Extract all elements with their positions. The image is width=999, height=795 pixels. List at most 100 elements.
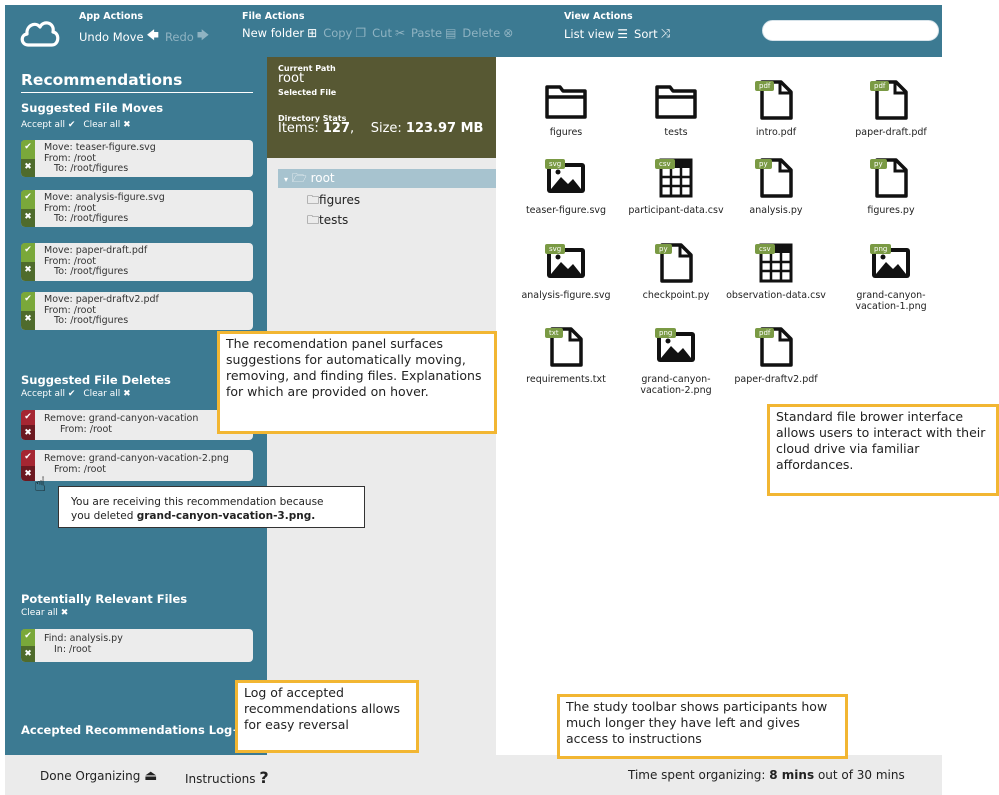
accept-check-icon[interactable]: ✔ bbox=[21, 243, 35, 262]
accept-all-deletes-button[interactable]: Accept all ✔ bbox=[21, 389, 75, 399]
file-item[interactable]: tests bbox=[621, 77, 731, 138]
file-item[interactable]: csv observation-data.csv bbox=[721, 240, 831, 301]
file-actions-group: File Actions New folder ⊞ Copy ❐ Cut ✂ Past… bbox=[242, 11, 519, 40]
file-item[interactable]: figures bbox=[511, 77, 621, 138]
move-card[interactable]: ✔ ✖ Move: teaser-figure.svg From: /root To:… bbox=[21, 140, 253, 177]
file-item[interactable]: png grand-canyon-vacation-1.png bbox=[836, 240, 946, 312]
move-to: To: /root/figures bbox=[54, 315, 129, 326]
delete-file: Remove: grand-canyon-vacation bbox=[44, 413, 199, 424]
reject-x-icon[interactable]: ✖ bbox=[21, 311, 35, 330]
callout-study-toolbar: The study toolbar shows participants how… bbox=[557, 694, 848, 759]
folder-icon: 🗀 bbox=[307, 213, 320, 227]
accepted-log-title[interactable]: Accepted Recommendations Log+ bbox=[21, 723, 242, 737]
reject-x-icon[interactable]: ✖ bbox=[21, 466, 35, 482]
cloud-logo-icon bbox=[20, 21, 60, 47]
sort-button[interactable]: Sort ⤨ bbox=[634, 26, 670, 41]
file-item[interactable]: py checkpoint.py bbox=[621, 240, 731, 301]
undo-button[interactable]: Undo Move 🡄 bbox=[79, 26, 159, 47]
clear-all-moves-button[interactable]: Clear all ✖ bbox=[83, 120, 130, 130]
file-name: analysis-figure.svg bbox=[521, 290, 611, 301]
tree-root-item[interactable]: ▾ 🗁 root bbox=[278, 169, 496, 188]
accept-check-icon[interactable]: ✔ bbox=[21, 450, 35, 466]
file-name: tests bbox=[664, 127, 688, 138]
accept-check-icon[interactable]: ✔ bbox=[21, 629, 35, 646]
cut-button[interactable]: Cut ✂ bbox=[372, 26, 405, 40]
items-value: 127 bbox=[322, 121, 351, 136]
file-item[interactable]: py figures.py bbox=[836, 155, 946, 216]
reject-x-icon[interactable]: ✖ bbox=[21, 425, 35, 440]
recommendations-title: Recommendations bbox=[21, 71, 183, 89]
new-folder-label: New folder bbox=[242, 26, 305, 40]
file-item[interactable]: pdf paper-draft.pdf bbox=[836, 77, 946, 138]
file-name: participant-data.csv bbox=[628, 205, 724, 216]
reject-x-icon[interactable]: ✖ bbox=[21, 159, 35, 178]
directory-stats: Current Path root Selected File Director… bbox=[267, 57, 496, 158]
file-item[interactable]: csv participant-data.csv bbox=[621, 155, 731, 216]
reject-x-icon[interactable]: ✖ bbox=[21, 646, 35, 663]
file-item[interactable]: py analysis.py bbox=[721, 155, 831, 216]
accept-all-moves-button[interactable]: Accept all ✔ bbox=[21, 120, 75, 130]
top-toolbar: App Actions Undo Move 🡄 Redo 🡆 File Action… bbox=[5, 5, 942, 57]
file-name: analysis.py bbox=[749, 205, 803, 216]
size-label: Size: bbox=[370, 121, 402, 136]
accept-check-icon[interactable]: ✔ bbox=[21, 410, 35, 425]
redo-button[interactable]: Redo 🡆 bbox=[165, 26, 209, 47]
find-card[interactable]: ✔ ✖ Find: analysis.py In: /root bbox=[21, 629, 253, 662]
list-view-button[interactable]: List view ☰ bbox=[564, 27, 628, 41]
copy-button[interactable]: Copy ❐ bbox=[323, 26, 366, 40]
move-file: Move: teaser-figure.svg bbox=[44, 142, 156, 153]
move-card[interactable]: ✔ ✖ Move: paper-draft.pdf From: /root To: /… bbox=[21, 243, 253, 281]
new-folder-icon: ⊞ bbox=[307, 26, 318, 40]
move-card[interactable]: ✔ ✖ Move: analysis-figure.svg From: /root T… bbox=[21, 190, 253, 227]
file-type-badge: py bbox=[655, 244, 672, 254]
search-input[interactable] bbox=[762, 20, 939, 41]
current-path: root bbox=[278, 71, 305, 86]
clear-all-finds-button[interactable]: Clear all ✖ bbox=[21, 608, 68, 618]
file-item[interactable]: png grand-canyon-vacation-2.png bbox=[621, 324, 731, 396]
moves-actions: Accept all ✔ Clear all ✖ bbox=[21, 120, 136, 130]
file-actions-title: File Actions bbox=[242, 11, 305, 22]
reject-x-icon[interactable]: ✖ bbox=[21, 209, 35, 228]
file-item[interactable]: txt requirements.txt bbox=[511, 324, 621, 385]
accept-check-icon[interactable]: ✔ bbox=[21, 190, 35, 209]
accept-check-icon[interactable]: ✔ bbox=[21, 292, 35, 311]
reject-x-icon[interactable]: ✖ bbox=[21, 262, 35, 281]
file-name: intro.pdf bbox=[755, 127, 797, 138]
file-item[interactable]: svg analysis-figure.svg bbox=[511, 240, 621, 301]
delete-card[interactable]: ✔ ✖ Remove: grand-canyon-vacation-2.png Fr… bbox=[21, 450, 253, 481]
paste-button[interactable]: Paste ▤ bbox=[411, 26, 456, 40]
view-actions-title: View Actions bbox=[564, 11, 633, 22]
file-type-badge: svg bbox=[545, 159, 566, 169]
folder-icon bbox=[545, 85, 587, 119]
file-type-badge: py bbox=[755, 159, 772, 169]
file-type-badge: pdf bbox=[755, 81, 775, 91]
file-item[interactable]: svg teaser-figure.svg bbox=[511, 155, 621, 216]
shuffle-icon: ⤨ bbox=[660, 26, 671, 40]
file-item[interactable]: pdf paper-draftv2.pdf bbox=[721, 324, 831, 385]
file-type-badge: csv bbox=[655, 159, 675, 169]
selected-file-label: Selected File bbox=[278, 88, 337, 97]
tree-item-tests[interactable]: 🗀tests bbox=[307, 211, 348, 232]
instructions-button[interactable]: Instructions ? bbox=[185, 768, 269, 787]
time-value: 8 mins bbox=[769, 768, 815, 782]
tree-item-figures[interactable]: 🗀figures bbox=[307, 191, 360, 212]
tooltip-line2: you deleted grand-canyon-vacation-3.png. bbox=[71, 509, 352, 523]
dir-stats-values: Items: 127, Size: 123.97 MB bbox=[278, 121, 484, 136]
copy-icon: ❐ bbox=[355, 26, 367, 40]
clear-all-deletes-button[interactable]: Clear all ✖ bbox=[83, 389, 130, 399]
time-total: out of 30 mins bbox=[817, 768, 905, 782]
tooltip-line1: You are receiving this recommendation be… bbox=[71, 496, 324, 508]
file-item[interactable]: pdf intro.pdf bbox=[721, 77, 831, 138]
caret-down-icon: ▾ bbox=[284, 175, 289, 184]
callout-file-browser: Standard file brower interface allows us… bbox=[767, 404, 999, 496]
recommendation-tooltip: You are receiving this recommendation be… bbox=[58, 486, 365, 528]
pointer-hand-icon: ☝ bbox=[34, 472, 47, 496]
folder-open-icon: 🗁 bbox=[291, 171, 307, 185]
new-folder-button[interactable]: New folder ⊞ bbox=[242, 26, 317, 40]
accept-check-icon[interactable]: ✔ bbox=[21, 140, 35, 159]
done-organizing-button[interactable]: Done Organizing ⏏ bbox=[40, 768, 157, 784]
delete-button[interactable]: Delete ⊗ bbox=[462, 26, 513, 40]
move-card[interactable]: ✔ ✖ Move: paper-draftv2.pdf From: /root To:… bbox=[21, 292, 253, 330]
file-name: checkpoint.py bbox=[642, 290, 710, 301]
tooltip-filename: grand-canyon-vacation-3.png. bbox=[136, 510, 316, 522]
